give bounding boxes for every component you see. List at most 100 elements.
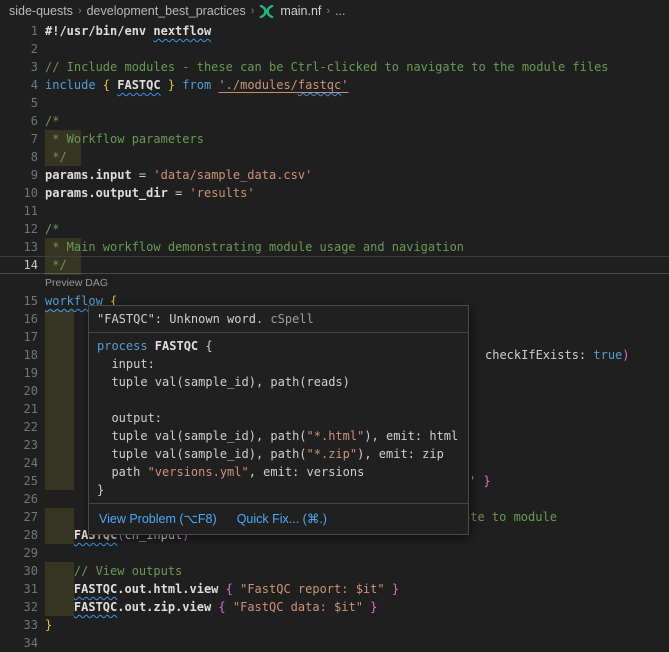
code-line-10[interactable]: 10params.output_dir = 'results': [0, 184, 669, 202]
token: params.input: [45, 168, 132, 182]
token: checkIfExists:: [485, 348, 593, 362]
breadcrumb-item-main-nf[interactable]: main.nf: [280, 4, 321, 18]
token: {: [103, 78, 117, 92]
token: nextflow: [153, 24, 211, 38]
line-content: include { FASTQC } from './modules/fastq…: [45, 76, 349, 94]
token: params.output_dir: [45, 186, 168, 200]
line-number: 3: [0, 58, 38, 76]
token: tuple val(sample_id), path(: [97, 447, 307, 461]
token: */: [45, 150, 67, 164]
token: tuple val(sample_id), path(: [97, 429, 307, 443]
token: * Main workflow demonstrating module usa…: [45, 240, 464, 254]
nextflow-logo-icon: [259, 5, 274, 18]
token: process: [97, 339, 155, 353]
code-line-9[interactable]: 9 params.input = 'data/sample_data.csv': [0, 166, 669, 184]
breadcrumb: side-quests›development_best_practices›m…: [0, 0, 669, 22]
hover-code-line: tuple val(sample_id), path("*.zip"), emi…: [97, 445, 460, 463]
codelens-row: Preview DAG: [0, 274, 669, 292]
line-content: /*: [45, 220, 59, 238]
code-line-12[interactable]: 12/*: [0, 220, 669, 238]
code-line-4[interactable]: 4include { FASTQC } from './modules/fast…: [0, 76, 669, 94]
token: }: [97, 483, 104, 497]
code-line-5[interactable]: 5: [0, 94, 669, 112]
line-number: 31: [0, 580, 38, 598]
token: 'data/sample_data.csv': [153, 168, 312, 182]
line-number: 34: [0, 634, 38, 652]
token: FASTQC: [117, 78, 160, 92]
line-content: params.input = 'data/sample_data.csv': [45, 166, 312, 184]
token: true: [593, 348, 622, 362]
line-number: 24: [0, 454, 38, 472]
line-content: */: [45, 257, 67, 273]
line-content: /*: [45, 112, 59, 130]
hover-code-line: input:: [97, 355, 460, 373]
breadcrumb-item-development-best-practices[interactable]: development_best_practices: [87, 4, 246, 18]
indent-highlight: [45, 364, 74, 382]
line-number: 29: [0, 544, 38, 562]
token: input:: [97, 357, 155, 371]
indent-highlight: [45, 346, 74, 364]
token: [45, 600, 74, 614]
token: }: [45, 618, 52, 632]
line-number: 8: [0, 148, 38, 166]
line-number: 2: [0, 40, 38, 58]
partial-line-fragment: checkIfExists: true): [485, 346, 630, 364]
code-line-7[interactable]: 7 * Workflow parameters: [0, 130, 669, 148]
line-number: 6: [0, 112, 38, 130]
line-number: 5: [0, 94, 38, 112]
token: ): [622, 348, 629, 362]
token: FASTQC: [74, 600, 117, 614]
code-line-31[interactable]: 31 FASTQC.out.html.view { "FastQC report…: [0, 580, 669, 598]
code-line-6[interactable]: 6 /*: [0, 112, 669, 130]
breadcrumb-item--[interactable]: ...: [335, 4, 345, 18]
hover-code-line: [97, 391, 460, 409]
line-number: 7: [0, 130, 38, 148]
line-number: 30: [0, 562, 38, 580]
line-number: 21: [0, 400, 38, 418]
code-line-29[interactable]: 29: [0, 544, 669, 562]
codelens-preview-dag[interactable]: Preview DAG: [45, 276, 108, 290]
token: */: [45, 258, 67, 272]
token: './modules/: [218, 78, 297, 92]
token: /*: [45, 222, 59, 236]
hover-code-preview: process FASTQC { input: tuple val(sample…: [89, 333, 468, 503]
line-number: 9: [0, 166, 38, 184]
code-line-32[interactable]: 32 FASTQC.out.zip.view { "FastQC data: $…: [0, 598, 669, 616]
code-line-8[interactable]: 8 */: [0, 148, 669, 166]
line-content: #!/usr/bin/env nextflow: [45, 22, 211, 40]
line-number: 16: [0, 310, 38, 328]
hover-code-line: }: [97, 481, 460, 499]
breadcrumb-separator-icon: ›: [78, 5, 82, 17]
quick-fix-action[interactable]: Quick Fix... (⌘.): [237, 511, 327, 526]
token: {: [218, 600, 232, 614]
code-line-14[interactable]: 14 */: [0, 256, 669, 274]
line-content: // View outputs: [45, 562, 182, 580]
line-number: 32: [0, 598, 38, 616]
code-line-2[interactable]: 2: [0, 40, 669, 58]
token: ': [341, 78, 348, 92]
line-number: 14: [0, 257, 38, 273]
code-line-30[interactable]: 30 // View outputs: [0, 562, 669, 580]
token: fastqc: [298, 78, 341, 92]
token: FASTQC: [155, 339, 206, 353]
indent-highlight: [45, 328, 74, 346]
line-number: 23: [0, 436, 38, 454]
hover-code-line: tuple val(sample_id), path(reads): [97, 373, 460, 391]
code-line-11[interactable]: 11: [0, 202, 669, 220]
hover-widget: "FASTQC": Unknown word. cSpell process F…: [88, 305, 469, 535]
code-line-34[interactable]: 34: [0, 634, 669, 652]
code-line-3[interactable]: 3// Include modules - these can be Ctrl-…: [0, 58, 669, 76]
token: output:: [97, 411, 162, 425]
code-line-13[interactable]: 13 * Main workflow demonstrating module …: [0, 238, 669, 256]
token: * Workflow parameters: [45, 132, 204, 146]
breadcrumb-item-side-quests[interactable]: side-quests: [9, 4, 73, 18]
view-problem-action[interactable]: View Problem (⌥F8): [99, 511, 217, 526]
token: cSpell: [270, 312, 313, 326]
token: }: [363, 600, 377, 614]
token: , emit: versions: [249, 465, 365, 479]
token: }: [161, 78, 175, 92]
token: "versions.yml": [148, 465, 249, 479]
code-line-1[interactable]: 1#!/usr/bin/env nextflow: [0, 22, 669, 40]
code-line-33[interactable]: 33}: [0, 616, 669, 634]
token: from: [182, 78, 218, 92]
